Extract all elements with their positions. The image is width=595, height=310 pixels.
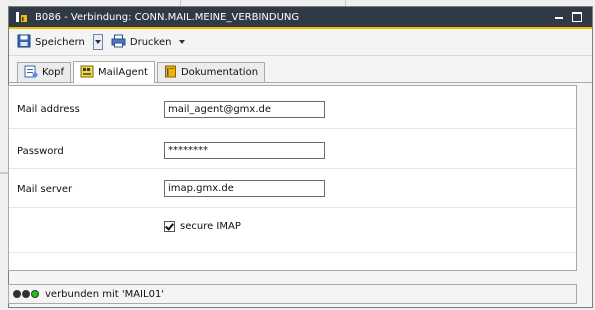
save-dropdown[interactable] — [92, 34, 103, 50]
background-divider — [0, 172, 8, 174]
mail-server-field[interactable]: imap.gmx.de — [164, 180, 325, 197]
book-icon — [164, 65, 177, 81]
tab-bar: Kopf MailAgent Dokumentation — [9, 56, 592, 83]
window-title: B086 - Verbindung: CONN.MAIL.MEINE_VERBI… — [35, 11, 300, 23]
mail-address-row: Mail address — [17, 100, 167, 118]
tab-dokumentation[interactable]: Dokumentation — [156, 62, 266, 82]
secure-imap-label: secure IMAP — [180, 221, 241, 232]
mail-address-field[interactable]: mail_agent@gmx.de — [164, 101, 325, 118]
window-titlebar[interactable]: B086 - Verbindung: CONN.MAIL.MEINE_VERBI… — [9, 7, 592, 29]
tab-label: Dokumentation — [180, 67, 259, 78]
mail-agent-icon — [80, 65, 94, 81]
secure-imap-checkbox[interactable] — [164, 221, 175, 232]
row-divider — [9, 252, 576, 253]
app-icon — [15, 10, 29, 24]
header-icon — [24, 65, 38, 81]
status-led-icon — [22, 290, 30, 298]
maximize-icon[interactable] — [572, 12, 582, 22]
save-label: Speichern — [35, 36, 85, 48]
print-button[interactable]: Drucken — [109, 32, 188, 52]
mail-address-label: Mail address — [17, 103, 80, 115]
status-bar: verbunden mit 'MAIL01' — [8, 284, 577, 304]
tab-mailagent[interactable]: MailAgent — [73, 61, 155, 83]
row-divider — [9, 128, 576, 129]
password-row: Password — [17, 142, 167, 160]
floppy-disk-icon — [17, 34, 31, 51]
mailagent-panel: Mail address mail_agent@gmx.de Password … — [8, 85, 577, 271]
toolbar: Speichern Drucken — [9, 29, 592, 56]
chevron-down-icon — [94, 40, 101, 44]
tab-kopf[interactable]: Kopf — [17, 62, 72, 82]
save-button[interactable]: Speichern — [15, 32, 87, 52]
tab-label: MailAgent — [98, 67, 148, 78]
password-field[interactable]: ******** — [164, 142, 325, 159]
row-divider — [9, 168, 576, 169]
tab-label: Kopf — [42, 67, 65, 78]
status-text: verbunden mit 'MAIL01' — [45, 288, 165, 300]
status-led-icon — [13, 290, 21, 298]
minimize-icon[interactable] — [554, 12, 564, 22]
printer-icon — [111, 34, 126, 51]
mail-server-row: Mail server — [17, 180, 167, 198]
print-label: Drucken — [129, 36, 172, 48]
password-label: Password — [17, 145, 64, 157]
mail-server-label: Mail server — [17, 183, 73, 195]
chevron-down-icon[interactable] — [179, 40, 186, 44]
secure-imap-option[interactable]: secure IMAP — [164, 221, 241, 232]
row-divider — [9, 207, 576, 208]
status-led-icon — [31, 290, 39, 298]
